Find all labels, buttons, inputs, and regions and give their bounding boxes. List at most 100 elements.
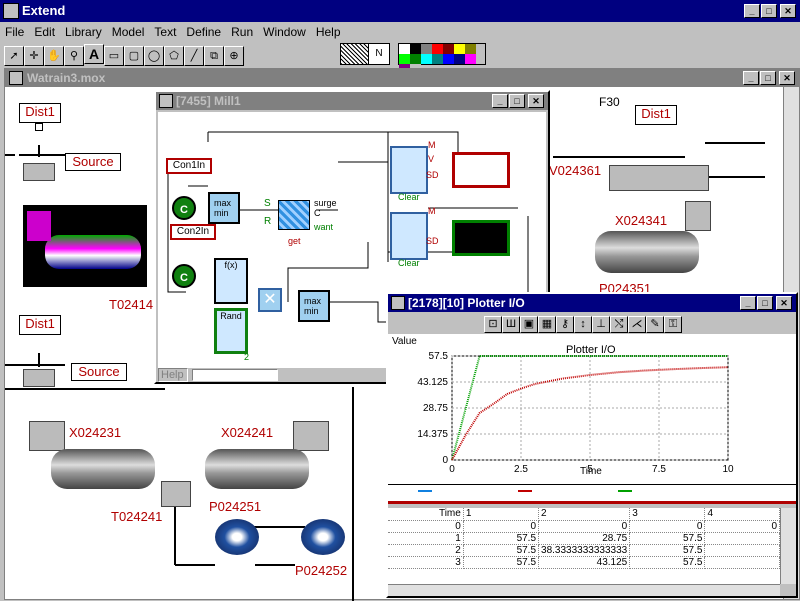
palette-swatch[interactable]: [399, 44, 410, 54]
mill1-titlebar[interactable]: [7455] Mill1 _ □ ✕: [156, 92, 548, 110]
source-block-a-icon[interactable]: [23, 163, 55, 181]
axis-icon[interactable]: ⊥: [592, 316, 610, 333]
hand-tool-icon[interactable]: ✋: [44, 46, 64, 66]
menu-text[interactable]: Text: [149, 22, 181, 42]
table-cell[interactable]: 1: [388, 532, 464, 545]
model-close-button[interactable]: ✕: [779, 71, 795, 85]
format-icon[interactable]: ⋌: [628, 316, 646, 333]
dist1-block-c[interactable]: Dist1: [635, 105, 677, 125]
x024231-mill-icon[interactable]: [51, 449, 155, 489]
menu-help[interactable]: Help: [311, 22, 346, 42]
minimize-button[interactable]: _: [744, 4, 760, 18]
table-cell[interactable]: 0: [388, 520, 464, 533]
connector-tool-icon[interactable]: ⚲: [64, 46, 84, 66]
table-row[interactable]: 1 57.5 28.75 57.5: [388, 532, 780, 545]
x024341-mill-icon[interactable]: [595, 231, 699, 273]
table-cell[interactable]: 57.5: [629, 532, 706, 545]
palette-swatch[interactable]: [421, 44, 432, 54]
plotter-maximize-button[interactable]: □: [757, 296, 773, 310]
fx-block[interactable]: f(x): [214, 258, 248, 304]
plotter-close-button[interactable]: ✕: [776, 296, 792, 310]
color-palette[interactable]: [398, 43, 486, 74]
hierarchy-tool-icon[interactable]: ⊕: [224, 46, 244, 66]
log-scale-icon[interactable]: Ш: [502, 316, 520, 333]
zoom-out-icon[interactable]: ⊡: [484, 316, 502, 333]
mill1-close-button[interactable]: ✕: [528, 94, 544, 108]
menu-define[interactable]: Define: [181, 22, 226, 42]
palette-swatch[interactable]: [454, 44, 465, 54]
plotter-block-b[interactable]: [452, 220, 510, 256]
pencil-icon[interactable]: ✎: [646, 316, 664, 333]
source-block-b[interactable]: Source: [71, 363, 127, 381]
con2in-block[interactable]: Con2In: [170, 224, 216, 240]
t024241-hopper-icon[interactable]: [161, 481, 191, 507]
table-cell[interactable]: 0: [704, 520, 780, 533]
table-cell[interactable]: 0: [463, 520, 540, 533]
cloning-tool-icon[interactable]: ⧉: [204, 46, 224, 66]
palette-swatch[interactable]: [443, 54, 454, 64]
table-cell[interactable]: 0: [629, 520, 706, 533]
table-cell[interactable]: [704, 556, 780, 569]
table-cell[interactable]: 0: [538, 520, 631, 533]
menu-model[interactable]: Model: [107, 22, 150, 42]
table-cell[interactable]: 43.125: [538, 556, 631, 569]
table-row[interactable]: 3 57.5 43.125 57.5: [388, 556, 780, 569]
rectangle-tool-icon[interactable]: ▭: [104, 46, 124, 66]
v024361-hopper-row[interactable]: [609, 165, 709, 191]
palette-swatch[interactable]: [465, 54, 476, 64]
palette-swatch[interactable]: [454, 54, 465, 64]
con1in-block[interactable]: Con1In: [166, 158, 212, 174]
cross-tool-icon[interactable]: ✛: [24, 46, 44, 66]
menu-window[interactable]: Window: [258, 22, 311, 42]
menu-run[interactable]: Run: [226, 22, 258, 42]
multiply-block[interactable]: ✕: [258, 288, 282, 312]
key-icon[interactable]: ⚷: [556, 316, 574, 333]
c-block-b[interactable]: C: [172, 264, 196, 288]
table-vscrollbar[interactable]: [780, 508, 796, 584]
table-cell[interactable]: 57.5: [463, 556, 540, 569]
c-block-a[interactable]: C: [172, 196, 196, 220]
queue-block[interactable]: [278, 200, 310, 230]
maxmin-block-b[interactable]: max min: [298, 290, 330, 322]
model-window-titlebar[interactable]: Watrain3.mox _ □ ✕: [5, 69, 799, 87]
rand-block[interactable]: Rand: [214, 308, 248, 354]
maxmin-block-a[interactable]: max min: [208, 192, 240, 224]
table-cell[interactable]: [704, 544, 780, 557]
text-tool-icon[interactable]: A: [84, 44, 104, 64]
mean-variance-block-b[interactable]: [390, 212, 428, 260]
palette-swatch[interactable]: [465, 44, 476, 54]
table-cell[interactable]: 57.5: [463, 532, 540, 545]
palette-swatch[interactable]: [410, 54, 421, 64]
close-button[interactable]: ✕: [780, 4, 796, 18]
plotter-menu-icon[interactable]: [391, 296, 405, 310]
line-tool-icon[interactable]: ╱: [184, 46, 204, 66]
palette-swatch[interactable]: [421, 54, 432, 64]
polygon-tool-icon[interactable]: ⬠: [164, 46, 184, 66]
source-block-a[interactable]: Source: [65, 153, 121, 171]
x024341-hopper-icon[interactable]: [685, 201, 711, 231]
pattern-selector[interactable]: N: [368, 43, 390, 65]
dist1-block-b[interactable]: Dist1: [19, 315, 61, 335]
table-hscrollbar[interactable]: [388, 584, 780, 596]
pump-icon-a[interactable]: [215, 519, 259, 555]
maximize-button[interactable]: □: [761, 4, 777, 18]
help-button[interactable]: Help: [158, 368, 188, 382]
menu-file[interactable]: File: [0, 22, 29, 42]
menu-library[interactable]: Library: [60, 22, 107, 42]
model-minimize-button[interactable]: _: [743, 71, 759, 85]
table-cell[interactable]: 38.3333333333333: [538, 544, 631, 557]
hopper-icon-b[interactable]: [293, 421, 329, 451]
zoom-icon[interactable]: ⤭: [610, 316, 628, 333]
palette-swatch[interactable]: [432, 44, 443, 54]
table-cell[interactable]: 2: [388, 544, 464, 557]
table-row[interactable]: 00000: [388, 520, 780, 533]
oval-tool-icon[interactable]: ◯: [144, 46, 164, 66]
model-maximize-button[interactable]: □: [760, 71, 776, 85]
table-cell[interactable]: 57.5: [463, 544, 540, 557]
palette-swatch[interactable]: [432, 54, 443, 64]
source-block-b-icon[interactable]: [23, 369, 55, 387]
rounded-rect-tool-icon[interactable]: ▢: [124, 46, 144, 66]
palette-swatch[interactable]: [399, 54, 410, 64]
mill1-minimize-button[interactable]: _: [492, 94, 508, 108]
trace-icon[interactable]: ▣: [520, 316, 538, 333]
